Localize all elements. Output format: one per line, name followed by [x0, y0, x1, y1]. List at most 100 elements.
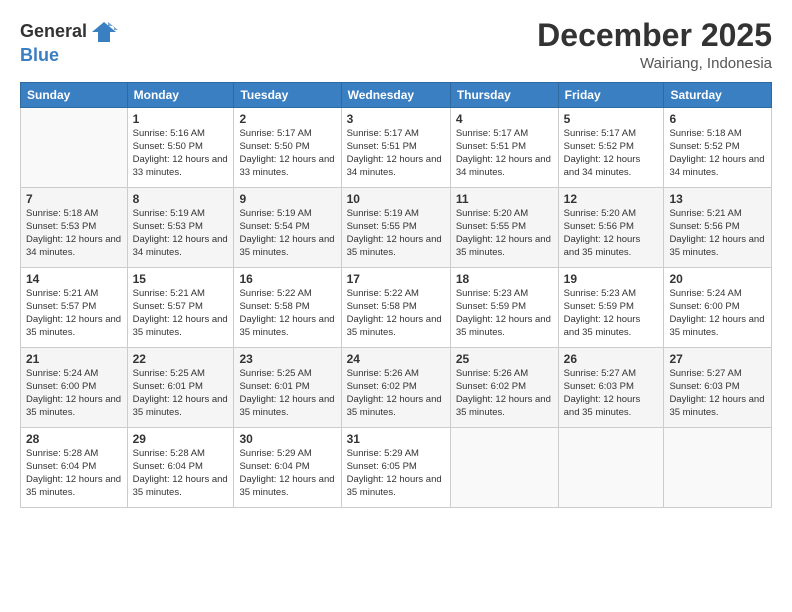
header-row: Sunday Monday Tuesday Wednesday Thursday… [21, 83, 772, 108]
day-number: 24 [347, 352, 445, 366]
month-title: December 2025 [537, 18, 772, 53]
location-subtitle: Wairiang, Indonesia [537, 55, 772, 72]
header: General Blue December 2025 Wairiang, Ind… [20, 18, 772, 72]
col-friday: Friday [558, 83, 664, 108]
day-info: Sunrise: 5:23 AMSunset: 5:59 PMDaylight:… [564, 288, 641, 337]
day-number: 13 [669, 192, 766, 206]
week-row-3: 14 Sunrise: 5:21 AMSunset: 5:57 PMDaylig… [21, 268, 772, 348]
day-number: 25 [456, 352, 553, 366]
calendar-cell: 21 Sunrise: 5:24 AMSunset: 6:00 PMDaylig… [21, 348, 128, 428]
day-number: 3 [347, 112, 445, 126]
calendar-cell: 30 Sunrise: 5:29 AMSunset: 6:04 PMDaylig… [234, 428, 341, 508]
col-monday: Monday [127, 83, 234, 108]
day-number: 22 [133, 352, 229, 366]
day-number: 2 [239, 112, 335, 126]
day-info: Sunrise: 5:20 AMSunset: 5:56 PMDaylight:… [564, 208, 641, 257]
calendar-cell: 26 Sunrise: 5:27 AMSunset: 6:03 PMDaylig… [558, 348, 664, 428]
col-wednesday: Wednesday [341, 83, 450, 108]
calendar-cell: 8 Sunrise: 5:19 AMSunset: 5:53 PMDayligh… [127, 188, 234, 268]
calendar-cell: 14 Sunrise: 5:21 AMSunset: 5:57 PMDaylig… [21, 268, 128, 348]
logo: General Blue [20, 18, 118, 66]
calendar-table: Sunday Monday Tuesday Wednesday Thursday… [20, 82, 772, 508]
calendar-cell: 2 Sunrise: 5:17 AMSunset: 5:50 PMDayligh… [234, 108, 341, 188]
col-thursday: Thursday [450, 83, 558, 108]
day-info: Sunrise: 5:22 AMSunset: 5:58 PMDaylight:… [239, 288, 334, 337]
day-info: Sunrise: 5:21 AMSunset: 5:56 PMDaylight:… [669, 208, 764, 257]
calendar-cell: 17 Sunrise: 5:22 AMSunset: 5:58 PMDaylig… [341, 268, 450, 348]
calendar-cell: 31 Sunrise: 5:29 AMSunset: 6:05 PMDaylig… [341, 428, 450, 508]
week-row-1: 1 Sunrise: 5:16 AMSunset: 5:50 PMDayligh… [21, 108, 772, 188]
day-info: Sunrise: 5:21 AMSunset: 5:57 PMDaylight:… [133, 288, 228, 337]
page: General Blue December 2025 Wairiang, Ind… [0, 0, 792, 612]
logo-blue-text: Blue [20, 45, 59, 65]
calendar-cell: 5 Sunrise: 5:17 AMSunset: 5:52 PMDayligh… [558, 108, 664, 188]
week-row-2: 7 Sunrise: 5:18 AMSunset: 5:53 PMDayligh… [21, 188, 772, 268]
day-info: Sunrise: 5:24 AMSunset: 6:00 PMDaylight:… [669, 288, 764, 337]
day-info: Sunrise: 5:17 AMSunset: 5:50 PMDaylight:… [239, 128, 334, 177]
day-info: Sunrise: 5:21 AMSunset: 5:57 PMDaylight:… [26, 288, 121, 337]
day-number: 15 [133, 272, 229, 286]
calendar-cell: 24 Sunrise: 5:26 AMSunset: 6:02 PMDaylig… [341, 348, 450, 428]
title-block: December 2025 Wairiang, Indonesia [537, 18, 772, 72]
day-info: Sunrise: 5:25 AMSunset: 6:01 PMDaylight:… [239, 368, 334, 417]
calendar-cell: 27 Sunrise: 5:27 AMSunset: 6:03 PMDaylig… [664, 348, 772, 428]
calendar-cell: 3 Sunrise: 5:17 AMSunset: 5:51 PMDayligh… [341, 108, 450, 188]
day-number: 31 [347, 432, 445, 446]
week-row-4: 21 Sunrise: 5:24 AMSunset: 6:00 PMDaylig… [21, 348, 772, 428]
calendar-cell: 12 Sunrise: 5:20 AMSunset: 5:56 PMDaylig… [558, 188, 664, 268]
day-number: 29 [133, 432, 229, 446]
day-number: 30 [239, 432, 335, 446]
day-number: 23 [239, 352, 335, 366]
day-info: Sunrise: 5:27 AMSunset: 6:03 PMDaylight:… [669, 368, 764, 417]
col-saturday: Saturday [664, 83, 772, 108]
day-number: 6 [669, 112, 766, 126]
calendar-cell [558, 428, 664, 508]
week-row-5: 28 Sunrise: 5:28 AMSunset: 6:04 PMDaylig… [21, 428, 772, 508]
day-info: Sunrise: 5:26 AMSunset: 6:02 PMDaylight:… [456, 368, 551, 417]
day-number: 16 [239, 272, 335, 286]
day-info: Sunrise: 5:17 AMSunset: 5:51 PMDaylight:… [347, 128, 442, 177]
day-number: 4 [456, 112, 553, 126]
col-sunday: Sunday [21, 83, 128, 108]
calendar-cell: 19 Sunrise: 5:23 AMSunset: 5:59 PMDaylig… [558, 268, 664, 348]
day-info: Sunrise: 5:26 AMSunset: 6:02 PMDaylight:… [347, 368, 442, 417]
day-info: Sunrise: 5:23 AMSunset: 5:59 PMDaylight:… [456, 288, 551, 337]
day-info: Sunrise: 5:25 AMSunset: 6:01 PMDaylight:… [133, 368, 228, 417]
calendar-cell: 11 Sunrise: 5:20 AMSunset: 5:55 PMDaylig… [450, 188, 558, 268]
calendar-cell: 10 Sunrise: 5:19 AMSunset: 5:55 PMDaylig… [341, 188, 450, 268]
day-info: Sunrise: 5:29 AMSunset: 6:04 PMDaylight:… [239, 448, 334, 497]
day-info: Sunrise: 5:29 AMSunset: 6:05 PMDaylight:… [347, 448, 442, 497]
day-number: 9 [239, 192, 335, 206]
day-info: Sunrise: 5:18 AMSunset: 5:52 PMDaylight:… [669, 128, 764, 177]
day-info: Sunrise: 5:28 AMSunset: 6:04 PMDaylight:… [133, 448, 228, 497]
day-number: 1 [133, 112, 229, 126]
day-info: Sunrise: 5:18 AMSunset: 5:53 PMDaylight:… [26, 208, 121, 257]
day-number: 17 [347, 272, 445, 286]
calendar-cell: 16 Sunrise: 5:22 AMSunset: 5:58 PMDaylig… [234, 268, 341, 348]
day-number: 12 [564, 192, 659, 206]
day-number: 27 [669, 352, 766, 366]
calendar-cell: 22 Sunrise: 5:25 AMSunset: 6:01 PMDaylig… [127, 348, 234, 428]
day-number: 10 [347, 192, 445, 206]
day-info: Sunrise: 5:27 AMSunset: 6:03 PMDaylight:… [564, 368, 641, 417]
day-number: 18 [456, 272, 553, 286]
day-info: Sunrise: 5:19 AMSunset: 5:55 PMDaylight:… [347, 208, 442, 257]
day-number: 19 [564, 272, 659, 286]
calendar-cell: 7 Sunrise: 5:18 AMSunset: 5:53 PMDayligh… [21, 188, 128, 268]
day-number: 7 [26, 192, 122, 206]
calendar-cell: 25 Sunrise: 5:26 AMSunset: 6:02 PMDaylig… [450, 348, 558, 428]
calendar-cell [21, 108, 128, 188]
day-info: Sunrise: 5:28 AMSunset: 6:04 PMDaylight:… [26, 448, 121, 497]
day-number: 14 [26, 272, 122, 286]
day-number: 5 [564, 112, 659, 126]
day-number: 8 [133, 192, 229, 206]
calendar-cell: 9 Sunrise: 5:19 AMSunset: 5:54 PMDayligh… [234, 188, 341, 268]
day-number: 21 [26, 352, 122, 366]
calendar-cell [450, 428, 558, 508]
calendar-cell: 29 Sunrise: 5:28 AMSunset: 6:04 PMDaylig… [127, 428, 234, 508]
logo-icon [90, 18, 118, 46]
calendar-cell: 6 Sunrise: 5:18 AMSunset: 5:52 PMDayligh… [664, 108, 772, 188]
day-info: Sunrise: 5:19 AMSunset: 5:54 PMDaylight:… [239, 208, 334, 257]
day-info: Sunrise: 5:24 AMSunset: 6:00 PMDaylight:… [26, 368, 121, 417]
day-info: Sunrise: 5:20 AMSunset: 5:55 PMDaylight:… [456, 208, 551, 257]
